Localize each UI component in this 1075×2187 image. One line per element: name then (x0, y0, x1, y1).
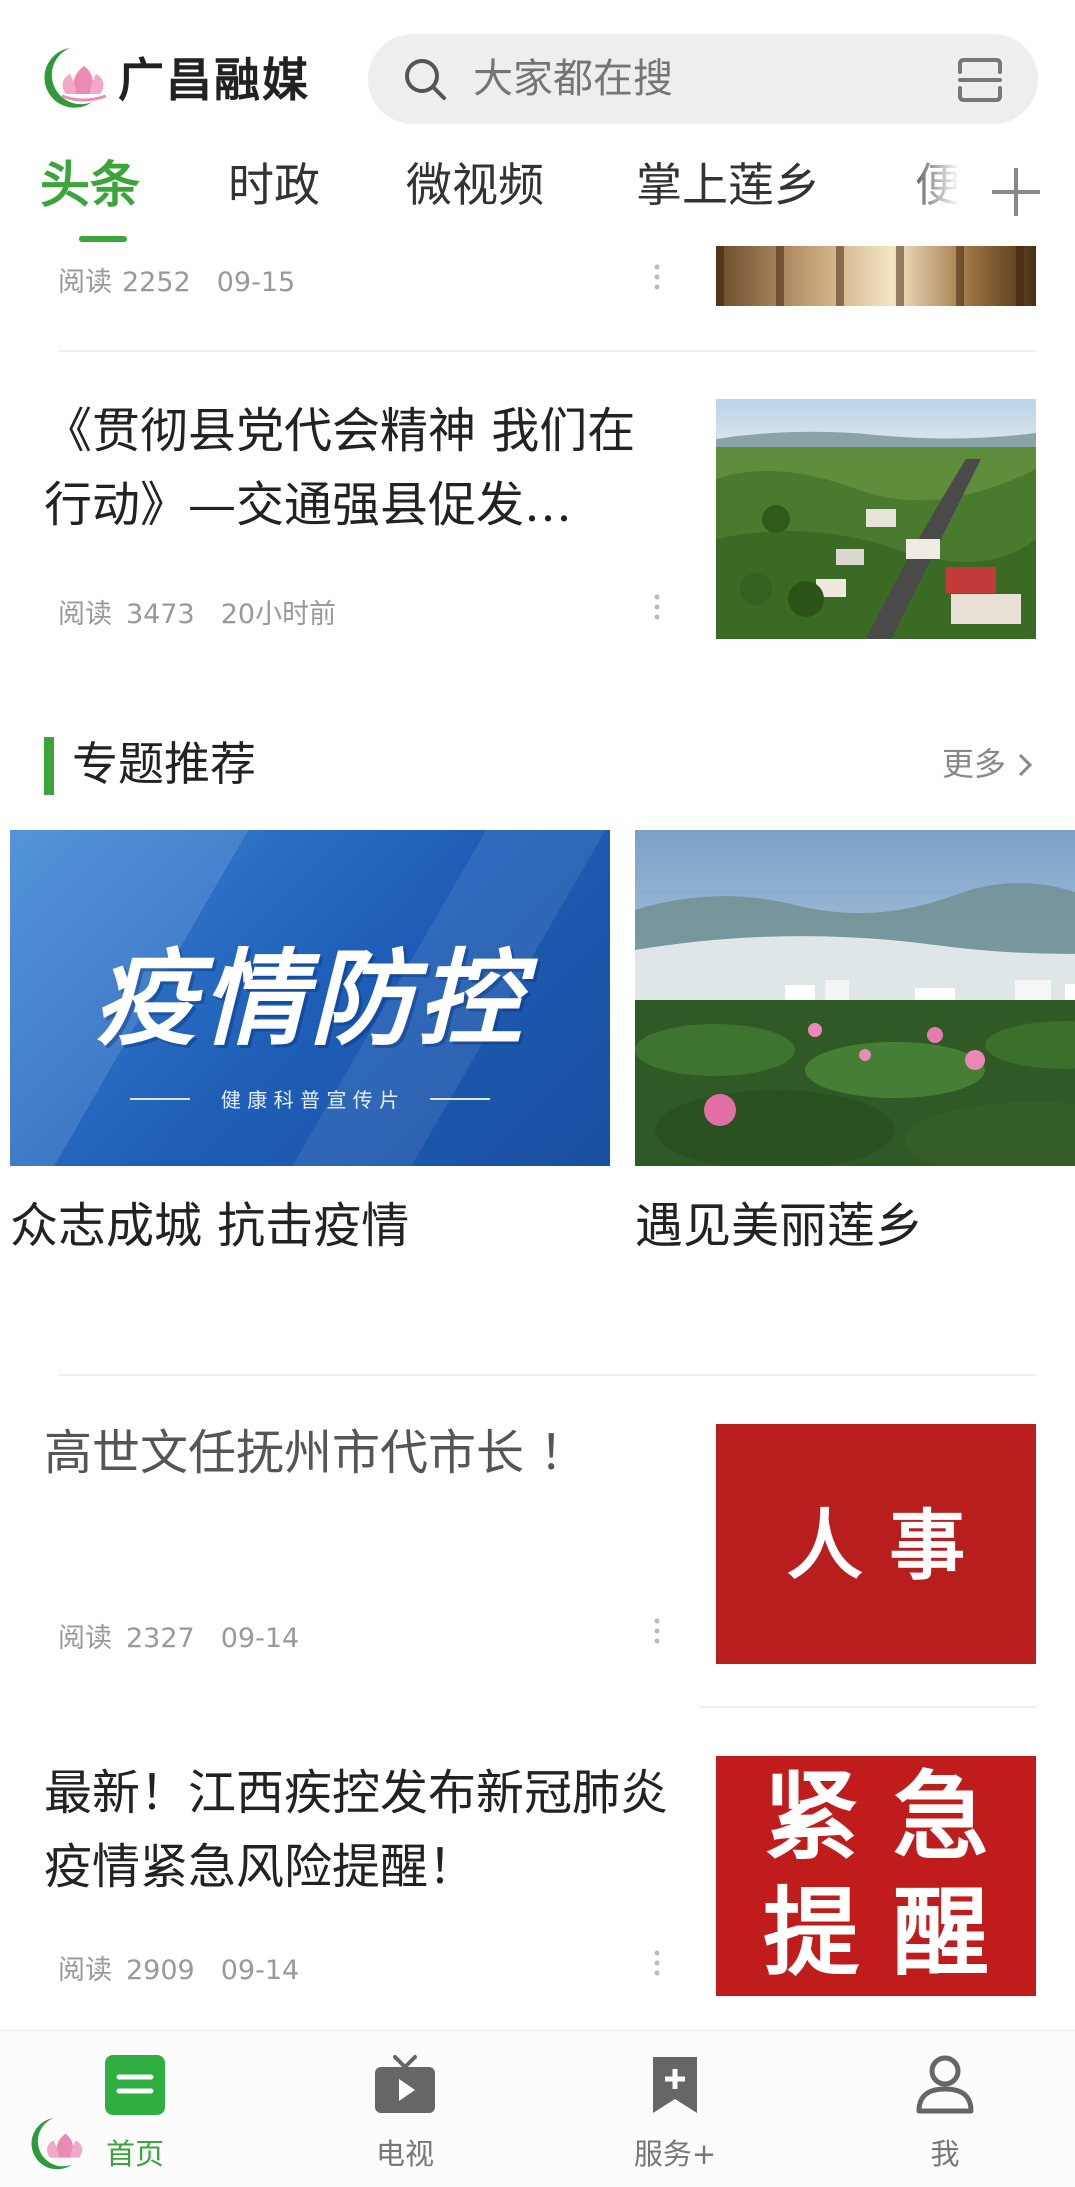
more-options-icon[interactable] (650, 262, 664, 292)
thumbnail-text-line1: 紧 急 (763, 1761, 989, 1873)
thumbnail-text-line2: 提 醒 (763, 1877, 989, 1989)
article-thumbnail[interactable]: 紧 急 提 醒 (716, 1756, 1036, 1996)
topics-section-header: 专题推荐 更多 (44, 731, 1034, 797)
user-icon (916, 2055, 974, 2114)
feed-divider (700, 1706, 1036, 1708)
tab-fade (900, 150, 960, 246)
topic-image-title: 疫情防控 (93, 938, 526, 1060)
topic-image-lotus (635, 830, 1075, 1166)
article-meta: 阅读 3473 20小时前 (58, 599, 337, 630)
lotus-logo-icon (44, 48, 107, 108)
bottom-navigation: 首页 电视 服务+ 我 (0, 2030, 1075, 2187)
active-tab-indicator (79, 236, 127, 242)
search-icon (405, 59, 446, 100)
article-meta: 阅读 2909 09-14 (58, 1955, 300, 1986)
article-meta: 阅读 2327 09-14 (58, 1623, 300, 1654)
app-header: 广昌融媒 (0, 0, 1075, 150)
nav-tv[interactable]: 电视 (325, 2053, 485, 2173)
section-title: 专题推荐 (72, 737, 256, 791)
more-label: 更多 (941, 745, 1006, 783)
tab-headlines[interactable]: 头条 (40, 150, 140, 246)
news-feed: 阅读 2252 09-15 《贯彻县党代会精神 我们在行动》—交通强县促发… 阅读 3… (0, 246, 1075, 2030)
feed-divider (58, 350, 1036, 352)
article-title[interactable]: 《贯彻县党代会精神 我们在行动》—交通强县促发… (44, 394, 674, 542)
tab-strip: 头条 时政 微视频 掌上莲乡 便 (0, 150, 960, 246)
tab-micro-video[interactable]: 微视频 (406, 150, 544, 246)
article-title[interactable]: 高世文任抚州市代市长 ！ (44, 1416, 674, 1490)
section-accent-bar (44, 737, 54, 795)
topic-title: 众志成城 抗击疫情 (10, 1198, 410, 1254)
nav-label: 我 (930, 2137, 960, 2171)
topic-card[interactable]: 疫情防控 健 康 科 普 宣 传 片 众志成城 抗击疫情 (10, 830, 610, 1256)
nav-services[interactable]: 服务+ (595, 2053, 755, 2173)
article-title[interactable]: 最新！江西疾控发布新冠肺炎疫情紧急风险提醒！ (44, 1756, 674, 1904)
nav-me[interactable]: 我 (865, 2053, 1025, 2173)
article-thumbnail[interactable] (716, 399, 1036, 639)
nav-label: 服务+ (633, 2137, 717, 2171)
app-logo[interactable]: 广昌融媒 (30, 42, 310, 112)
topic-image-epidemic: 疫情防控 健 康 科 普 宣 传 片 (10, 830, 610, 1166)
add-channel-icon[interactable] (988, 164, 1044, 220)
home-list-icon (105, 2055, 165, 2115)
more-options-icon[interactable] (650, 592, 664, 622)
tv-icon (375, 2055, 435, 2113)
tab-politics[interactable]: 时政 (228, 150, 320, 246)
topic-title: 遇见美丽莲乡 (635, 1198, 924, 1254)
scan-icon[interactable] (956, 56, 1004, 104)
article-thumbnail[interactable] (716, 246, 1036, 306)
chevron-right-icon (1018, 753, 1033, 777)
feed-divider (58, 1374, 1036, 1376)
more-options-icon[interactable] (650, 1616, 664, 1646)
more-options-icon[interactable] (650, 1948, 664, 1978)
tab-lotus-town[interactable]: 掌上莲乡 (636, 150, 820, 246)
search-input[interactable] (473, 34, 913, 124)
thumbnail-text: 人 事 (786, 1501, 966, 1590)
article-meta: 阅读 2252 09-15 (58, 267, 296, 298)
more-topics-link[interactable]: 更多 (942, 741, 1034, 787)
topic-card[interactable]: 遇见美丽莲乡 (635, 830, 1075, 1256)
nav-label: 电视 (375, 2137, 434, 2171)
channel-tabs: 头条 时政 微视频 掌上莲乡 便 (0, 150, 1075, 246)
topic-image-subtitle: 健 康 科 普 宣 传 片 (220, 1088, 400, 1112)
search-bar[interactable] (368, 34, 1038, 124)
bookmark-plus-icon (653, 2057, 697, 2113)
app-name: 广昌融媒 (118, 53, 310, 107)
article-thumbnail[interactable]: 人 事 (716, 1424, 1036, 1664)
lotus-logo-icon (31, 2118, 83, 2170)
